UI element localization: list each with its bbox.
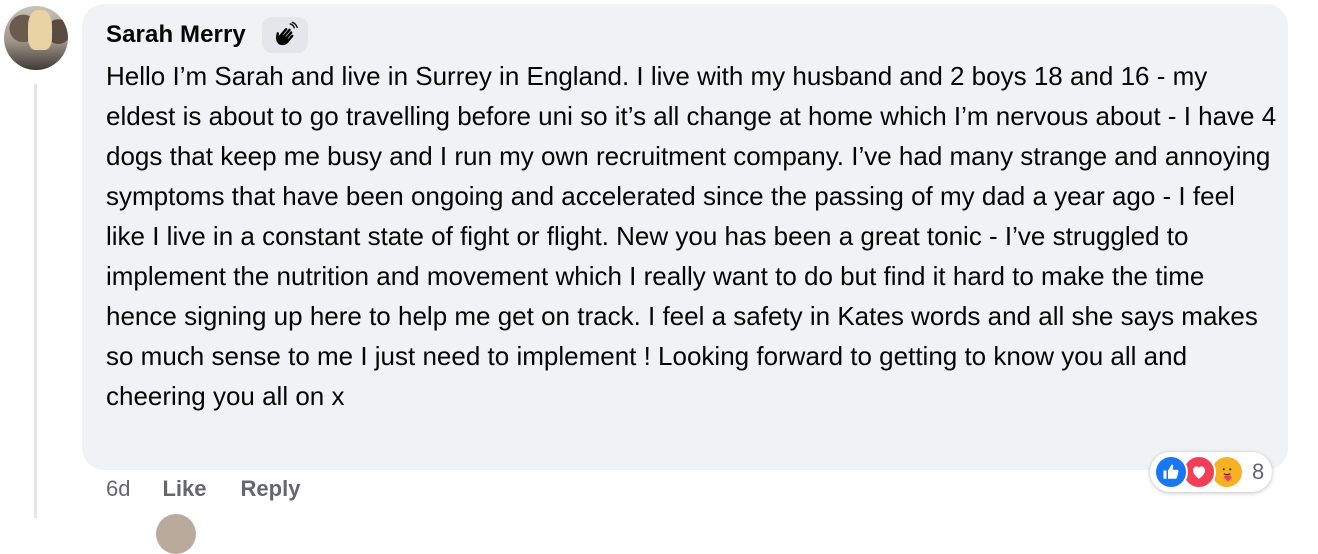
like-button[interactable]: Like (162, 476, 206, 502)
comment-bubble: Sarah Merry Hello I’m Sarah and live in … (82, 4, 1288, 470)
author-name[interactable]: Sarah Merry (106, 21, 246, 49)
next-reply-avatar[interactable] (156, 514, 196, 554)
comment-text: Hello I’m Sarah and live in Surrey in En… (106, 61, 1277, 411)
wave-hand-icon-glyph (275, 21, 298, 46)
reply-button[interactable]: Reply (241, 476, 301, 502)
reaction-count: 8 (1252, 459, 1265, 484)
thread-line (34, 84, 37, 518)
wave-hand-icon[interactable] (261, 17, 308, 53)
like-icon (1154, 455, 1188, 489)
avatar-photo (28, 10, 52, 50)
comment-timestamp[interactable]: 6d (106, 476, 130, 502)
comment-header: Sarah Merry (106, 16, 308, 54)
avatar[interactable] (4, 6, 68, 70)
comment-actions: 6d Like Reply (106, 472, 334, 506)
reactions-summary[interactable]: 8 (1150, 452, 1273, 492)
